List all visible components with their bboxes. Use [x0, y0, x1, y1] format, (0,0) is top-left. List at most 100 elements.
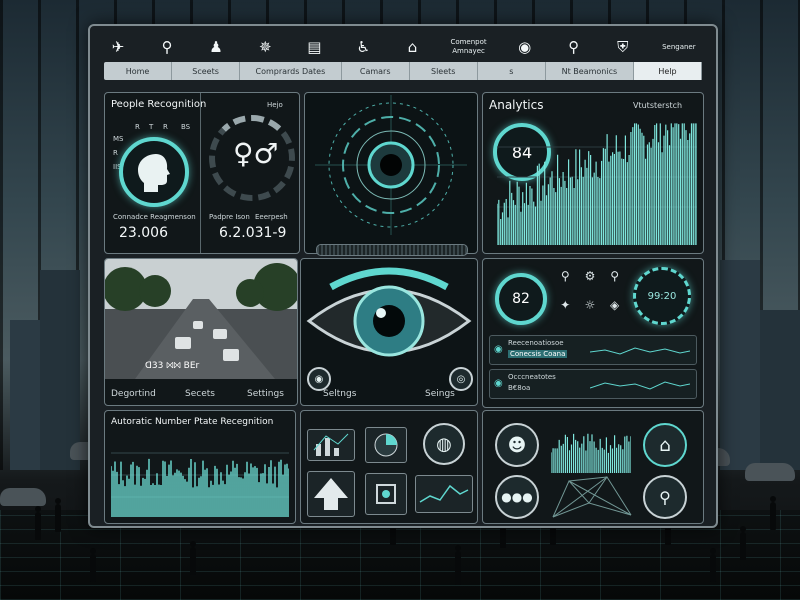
- sensor-icon[interactable]: ⚙: [580, 269, 601, 294]
- person-icon[interactable]: ♟: [200, 34, 232, 60]
- stat-row[interactable]: ◉ Reecenoatiosoe Conecsis Coana: [489, 335, 697, 365]
- bar-chart-icon[interactable]: [307, 429, 355, 461]
- stat-sparkline: [590, 347, 690, 355]
- building: [720, 260, 760, 470]
- tiny-label: T: [149, 123, 154, 131]
- nav-item-camars[interactable]: Camars: [342, 62, 410, 80]
- drone-icon[interactable]: ✈: [102, 34, 134, 60]
- nav-item-sceets[interactable]: Sceets: [172, 62, 241, 80]
- tools-panel: ◍: [300, 410, 478, 524]
- person-silhouette: [740, 526, 746, 560]
- stat-row[interactable]: ◉ Occcneatotes B€8oa: [489, 369, 697, 399]
- accessibility-icon[interactable]: ♿: [347, 34, 379, 60]
- stat-row-line2: Conecsis Coana: [508, 350, 568, 358]
- home-icon[interactable]: ⌂: [396, 34, 428, 60]
- stat-row-line1: Occcneatotes: [508, 373, 556, 381]
- camera-icon[interactable]: ◉: [307, 367, 331, 391]
- component-label: Comenpot Amnayec: [450, 38, 487, 55]
- stat-row-line1: Reecenoatiosoe: [508, 339, 564, 347]
- left-value: 23.006: [119, 225, 168, 241]
- building: [760, 310, 800, 470]
- car: [0, 488, 46, 506]
- sensor-icon[interactable]: ☼: [580, 298, 601, 323]
- pie-chart-icon[interactable]: [365, 427, 407, 463]
- panel-title: Analytics: [489, 98, 544, 112]
- label-seltngs[interactable]: Seltngs: [323, 389, 356, 399]
- line-graph-icon[interactable]: [415, 475, 473, 513]
- nav-item-nt-beamonics[interactable]: Nt Beamonics: [546, 62, 634, 80]
- badge-icon[interactable]: ⚲: [558, 34, 590, 60]
- mini-bar-chart: [551, 433, 631, 473]
- person-silhouette: [770, 496, 776, 530]
- stat-row-icon: ◉: [494, 344, 503, 355]
- tiny-label: R: [135, 123, 140, 131]
- globe-icon[interactable]: ◍: [423, 423, 465, 465]
- tiny-label: R: [163, 123, 168, 131]
- settings-icon[interactable]: ◎: [449, 367, 473, 391]
- nav-bar: Home Sceets Comprards Dates Camars Sleet…: [104, 62, 702, 80]
- sensor-icon[interactable]: ✦: [555, 298, 576, 323]
- analytics-bar-chart: [497, 123, 697, 245]
- iris-scanner-panel: [304, 92, 478, 254]
- street-camera-feed[interactable]: [105, 259, 297, 379]
- divider: [200, 93, 201, 253]
- stat-sparkline: [590, 381, 690, 390]
- upload-arrow-icon[interactable]: [307, 471, 355, 517]
- stat-row-icon: ◉: [494, 378, 503, 389]
- location-pin-icon[interactable]: ⚲: [151, 34, 183, 60]
- tiny-label: R: [113, 149, 118, 157]
- server-icon[interactable]: ▤: [298, 34, 330, 60]
- scan-slider[interactable]: [316, 244, 468, 256]
- network-mesh-graphic: [552, 476, 632, 518]
- person-silhouette: [710, 548, 716, 582]
- anpr-waveform-chart: [111, 452, 289, 517]
- face-scan-ring: [119, 137, 189, 207]
- anpr-panel: Autoratic Number Ptate Recegnition: [104, 410, 296, 524]
- tiny-label: BS: [181, 123, 191, 131]
- chip-icon[interactable]: [365, 473, 407, 515]
- nav-item-home[interactable]: Home: [104, 62, 173, 80]
- eye-recognition-panel: ◉ Seltngs ◎ Seings: [300, 258, 478, 406]
- group-icon[interactable]: ☻: [495, 423, 539, 467]
- street-camera-panel: ꓷ33 ⨝⨝ BEr Degortind Secets Settings: [104, 258, 298, 406]
- label-seings[interactable]: Seings: [425, 389, 455, 399]
- clock-dial: 99:20: [633, 267, 691, 325]
- crowd-icon[interactable]: ●●●: [495, 475, 539, 519]
- face-profile-icon: [138, 154, 170, 192]
- label-settings[interactable]: Settings: [247, 389, 284, 399]
- network-icon[interactable]: ✵: [249, 34, 281, 60]
- tiny-label: MS: [113, 135, 124, 143]
- label-degortind: Degortind: [111, 389, 156, 399]
- stat-row-line2: B€8oa: [508, 384, 531, 392]
- nav-item-comprards-dates[interactable]: Comprards Dates: [240, 62, 342, 80]
- stats-panel: 82 ⚲ ⚙ ⚲ ✦ ☼ ◈ 99:20 ◉ Reecenoatiosoe Co…: [482, 258, 704, 408]
- person-silhouette: [55, 498, 61, 532]
- nav-item-sleets[interactable]: Sleets: [410, 62, 478, 80]
- person-silhouette: [35, 506, 41, 540]
- right-caption-a: Padpre Ison: [209, 213, 250, 221]
- building: [40, 270, 80, 470]
- sensor-icon[interactable]: ⚲: [555, 269, 576, 294]
- analytics-panel: Analytics Vtutsterstch 84: [482, 92, 704, 254]
- sensor-icon[interactable]: ⚲: [604, 269, 625, 294]
- shield-icon[interactable]: ⛨: [607, 34, 639, 60]
- people-pair-icon: ♀♂: [233, 137, 279, 170]
- label-secets: Secets: [185, 389, 215, 399]
- help-link[interactable]: Hejo: [267, 101, 283, 109]
- panel-subtitle: Vtutsterstch: [633, 101, 683, 110]
- aperture-icon[interactable]: ◉: [509, 34, 541, 60]
- person-silhouette: [90, 548, 96, 582]
- panel-title: Autoratic Number Ptate Recegnition: [111, 417, 274, 427]
- sensor-icon[interactable]: ◈: [604, 298, 625, 323]
- home-shield-icon[interactable]: ⌂: [643, 423, 687, 467]
- top-icon-bar: ✈ ⚲ ♟ ✵ ▤ ♿ ⌂ Comenpot Amnayec ◉ ⚲ ⛨ Sen…: [102, 32, 702, 62]
- people-recognition-panel: People Recognition Hejo MS R T R BS R II…: [104, 92, 300, 254]
- nav-item-help[interactable]: Help: [633, 62, 702, 80]
- nav-item-s[interactable]: s: [478, 62, 546, 80]
- person-silhouette: [190, 541, 196, 575]
- car: [745, 463, 795, 481]
- dashboard-screen: ✈ ⚲ ♟ ✵ ▤ ♿ ⌂ Comenpot Amnayec ◉ ⚲ ⛨ Sen…: [88, 24, 718, 528]
- right-caption-b: Eeerpesh: [255, 213, 288, 221]
- search-person-icon[interactable]: ⚲: [643, 475, 687, 519]
- plate-overlay: ꓷ33 ⨝⨝ BEr: [145, 361, 200, 371]
